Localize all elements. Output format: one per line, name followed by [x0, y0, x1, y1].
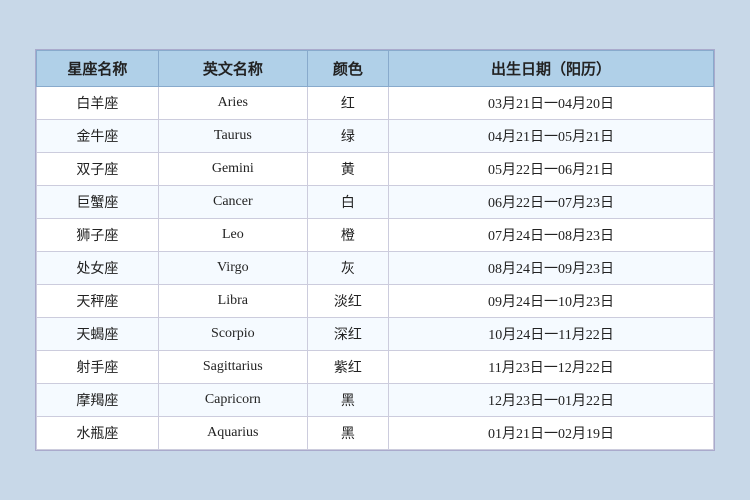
cell-date: 03月21日一04月20日 — [389, 87, 714, 120]
cell-date: 06月22日一07月23日 — [389, 186, 714, 219]
cell-en: Scorpio — [158, 318, 307, 351]
table-row: 天蝎座Scorpio深红10月24日一11月22日 — [37, 318, 714, 351]
cell-date: 07月24日一08月23日 — [389, 219, 714, 252]
cell-zh: 射手座 — [37, 351, 159, 384]
table-body: 白羊座Aries红03月21日一04月20日金牛座Taurus绿04月21日一0… — [37, 87, 714, 450]
table-row: 巨蟹座Cancer白06月22日一07月23日 — [37, 186, 714, 219]
cell-en: Virgo — [158, 252, 307, 285]
cell-en: Sagittarius — [158, 351, 307, 384]
cell-date: 11月23日一12月22日 — [389, 351, 714, 384]
cell-en: Capricorn — [158, 384, 307, 417]
table-row: 射手座Sagittarius紫红11月23日一12月22日 — [37, 351, 714, 384]
cell-en: Aries — [158, 87, 307, 120]
cell-date: 04月21日一05月21日 — [389, 120, 714, 153]
cell-color: 灰 — [307, 252, 388, 285]
table-row: 双子座Gemini黄05月22日一06月21日 — [37, 153, 714, 186]
table-row: 水瓶座Aquarius黑01月21日一02月19日 — [37, 417, 714, 450]
cell-zh: 摩羯座 — [37, 384, 159, 417]
zodiac-table-container: 星座名称 英文名称 颜色 出生日期（阳历） 白羊座Aries红03月21日一04… — [35, 49, 715, 451]
cell-zh: 双子座 — [37, 153, 159, 186]
table-row: 处女座Virgo灰08月24日一09月23日 — [37, 252, 714, 285]
header-color: 颜色 — [307, 51, 388, 87]
cell-zh: 狮子座 — [37, 219, 159, 252]
cell-en: Aquarius — [158, 417, 307, 450]
cell-zh: 金牛座 — [37, 120, 159, 153]
cell-zh: 白羊座 — [37, 87, 159, 120]
cell-color: 黑 — [307, 384, 388, 417]
cell-date: 10月24日一11月22日 — [389, 318, 714, 351]
cell-zh: 水瓶座 — [37, 417, 159, 450]
cell-date: 12月23日一01月22日 — [389, 384, 714, 417]
cell-date: 09月24日一10月23日 — [389, 285, 714, 318]
cell-date: 01月21日一02月19日 — [389, 417, 714, 450]
cell-color: 红 — [307, 87, 388, 120]
table-header-row: 星座名称 英文名称 颜色 出生日期（阳历） — [37, 51, 714, 87]
cell-color: 绿 — [307, 120, 388, 153]
table-row: 金牛座Taurus绿04月21日一05月21日 — [37, 120, 714, 153]
cell-en: Leo — [158, 219, 307, 252]
header-zh: 星座名称 — [37, 51, 159, 87]
cell-date: 05月22日一06月21日 — [389, 153, 714, 186]
cell-color: 深红 — [307, 318, 388, 351]
cell-date: 08月24日一09月23日 — [389, 252, 714, 285]
cell-zh: 天蝎座 — [37, 318, 159, 351]
table-row: 摩羯座Capricorn黑12月23日一01月22日 — [37, 384, 714, 417]
cell-en: Taurus — [158, 120, 307, 153]
cell-color: 紫红 — [307, 351, 388, 384]
cell-color: 白 — [307, 186, 388, 219]
cell-zh: 天秤座 — [37, 285, 159, 318]
cell-color: 橙 — [307, 219, 388, 252]
cell-en: Libra — [158, 285, 307, 318]
cell-zh: 巨蟹座 — [37, 186, 159, 219]
cell-en: Gemini — [158, 153, 307, 186]
header-date: 出生日期（阳历） — [389, 51, 714, 87]
cell-color: 黄 — [307, 153, 388, 186]
zodiac-table: 星座名称 英文名称 颜色 出生日期（阳历） 白羊座Aries红03月21日一04… — [36, 50, 714, 450]
table-row: 白羊座Aries红03月21日一04月20日 — [37, 87, 714, 120]
header-en: 英文名称 — [158, 51, 307, 87]
cell-zh: 处女座 — [37, 252, 159, 285]
cell-en: Cancer — [158, 186, 307, 219]
table-row: 天秤座Libra淡红09月24日一10月23日 — [37, 285, 714, 318]
cell-color: 淡红 — [307, 285, 388, 318]
table-row: 狮子座Leo橙07月24日一08月23日 — [37, 219, 714, 252]
cell-color: 黑 — [307, 417, 388, 450]
